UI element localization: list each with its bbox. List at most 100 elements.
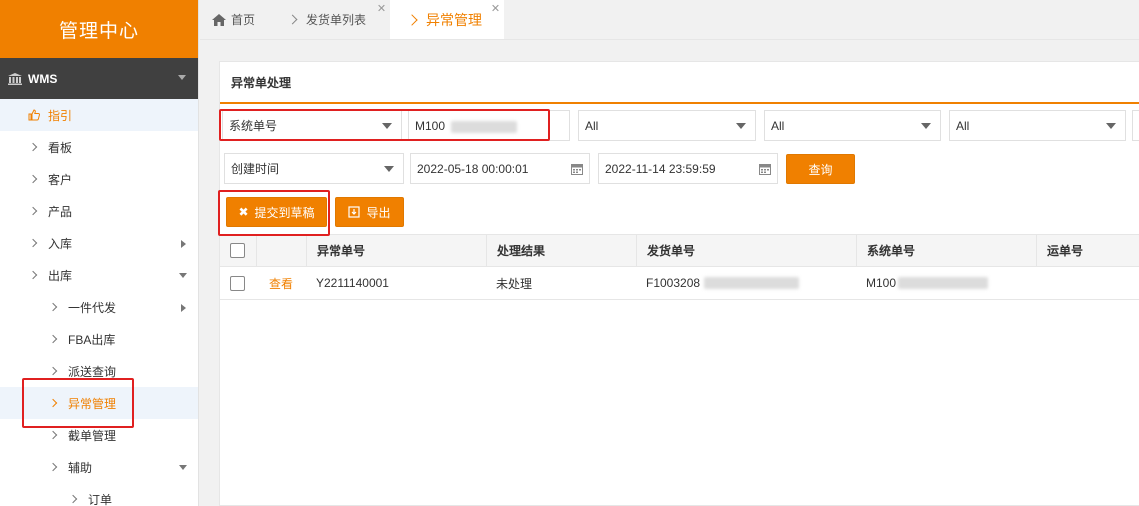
time-type-select[interactable]: 创建时间 (224, 153, 404, 184)
sidebar-item-dashboard[interactable]: 看板 (0, 131, 198, 163)
calendar-icon (571, 164, 583, 175)
panel-title: 异常单处理 (220, 62, 1139, 104)
select-value: All (771, 118, 785, 133)
export-icon (348, 206, 361, 218)
chevron-right-icon (28, 206, 38, 216)
ship-no-value: F1003208 (646, 276, 701, 290)
sidebar-item-label: 出库 (48, 268, 73, 283)
chevron-right-icon (287, 14, 298, 25)
filter-select-a[interactable]: All (578, 110, 756, 141)
caret-down-icon (179, 465, 187, 470)
action-header (256, 235, 306, 266)
sidebar-item-label: 截单管理 (68, 428, 117, 443)
column-header: 系统单号 (856, 235, 1036, 266)
ship-no-cell: F1003208 (636, 267, 856, 299)
tab-shipment-list[interactable]: 发货单列表 ✕ (269, 0, 390, 39)
tab-exception-management[interactable]: 异常管理 ✕ (390, 0, 505, 39)
column-header: 运单号 (1036, 235, 1139, 266)
query-button[interactable]: 查询 (786, 154, 855, 184)
brand-title: 管理中心 (0, 0, 198, 58)
caret-down-icon (736, 123, 746, 129)
sidebar-item-inbound[interactable]: 入库 (0, 227, 198, 259)
chevron-right-icon (48, 462, 58, 472)
redacted-mask (898, 277, 988, 289)
sidebar-section-label: WMS (28, 71, 58, 86)
sidebar-item-label: 客户 (48, 172, 73, 187)
highlight-box-sidebar (22, 378, 134, 428)
caret-down-icon (384, 166, 394, 172)
redacted-mask (704, 277, 799, 289)
caret-down-icon (179, 273, 187, 278)
filter-select-c[interactable]: All (949, 110, 1126, 141)
chevron-right-icon (406, 13, 418, 26)
sidebar-nav: 指引 看板 客户 产品 入库 出库 一件代发 FBA出库 派送查询 异常管理 截… (0, 99, 198, 506)
select-value: All (585, 118, 599, 133)
end-time-input[interactable]: 2022-11-14 23:59:59 (598, 153, 778, 184)
view-link[interactable]: 查看 (269, 275, 293, 292)
sidebar-item-dropship[interactable]: 一件代发 (0, 291, 198, 323)
waybill-cell (1036, 267, 1139, 299)
sidebar-item-label: 一件代发 (68, 300, 117, 315)
start-time-input[interactable]: 2022-05-18 00:00:01 (410, 153, 590, 184)
sidebar-item-label: 指引 (48, 108, 73, 123)
sidebar-item-outbound[interactable]: 出库 (0, 259, 198, 291)
close-icon[interactable]: ✕ (491, 2, 500, 15)
tab-label: 发货单列表 (306, 13, 367, 27)
thumbs-up-icon (28, 109, 40, 121)
sidebar-item-label: FBA出库 (68, 332, 116, 347)
input-value: 2022-11-14 23:59:59 (605, 161, 716, 176)
sidebar-item-guide[interactable]: 指引 (0, 99, 198, 131)
bank-icon (8, 72, 22, 85)
system-no-value: M100 (866, 276, 897, 290)
row-select-cell (220, 267, 256, 299)
chevron-right-icon (48, 430, 58, 440)
chevron-right-icon (28, 238, 38, 248)
filter-select-d[interactable] (1132, 110, 1139, 141)
caret-right-icon (181, 304, 186, 312)
caret-down-icon (1106, 123, 1116, 129)
tab-label: 异常管理 (426, 11, 483, 28)
caret-right-icon (181, 240, 186, 248)
input-value: 2022-05-18 00:00:01 (417, 161, 529, 176)
tab-home[interactable]: 首页 (200, 0, 269, 39)
select-all-cell (220, 235, 256, 266)
chevron-down-icon (178, 75, 186, 80)
sidebar-item-label: 产品 (48, 204, 73, 219)
button-label: 查询 (808, 162, 833, 177)
calendar-icon (759, 164, 771, 175)
result-cell: 未处理 (496, 276, 533, 291)
export-button[interactable]: 导出 (335, 197, 404, 227)
caret-down-icon (921, 123, 931, 129)
sidebar-item-customers[interactable]: 客户 (0, 163, 198, 195)
close-icon[interactable]: ✕ (377, 2, 386, 15)
sidebar: 管理中心 WMS 指引 看板 客户 产品 入库 出库 一件代发 FBA出库 派送… (0, 0, 199, 506)
highlight-box-submit (218, 190, 330, 236)
home-icon (212, 13, 226, 26)
sidebar-item-label: 订单 (88, 492, 113, 506)
chevron-right-icon (48, 302, 58, 312)
chevron-right-icon (28, 142, 38, 152)
table-row: 查看 Y2211140001 未处理 F1003208 M100 (220, 267, 1139, 300)
tab-bar: 首页 发货单列表 ✕ 异常管理 ✕ (200, 0, 1139, 40)
chevron-right-icon (28, 270, 38, 280)
sidebar-item-products[interactable]: 产品 (0, 195, 198, 227)
select-value: 创建时间 (231, 162, 280, 176)
table-header: 异常单号 处理结果 发货单号 系统单号 运单号 (220, 234, 1139, 267)
select-value: All (956, 118, 970, 133)
sidebar-item-fba-outbound[interactable]: FBA出库 (0, 323, 198, 355)
sidebar-item-auxiliary[interactable]: 辅助 (0, 451, 198, 483)
exception-no-cell: Y2211140001 (316, 276, 389, 290)
row-action-cell: 查看 (256, 267, 306, 299)
tab-label: 首页 (231, 13, 256, 27)
select-all-checkbox[interactable] (230, 243, 245, 258)
sidebar-item-label: 派送查询 (68, 364, 117, 379)
row-checkbox[interactable] (230, 275, 245, 291)
chevron-right-icon (28, 174, 38, 184)
filter-select-b[interactable]: All (764, 110, 941, 141)
highlight-box-filter (219, 109, 550, 141)
column-header: 异常单号 (306, 235, 486, 266)
sidebar-item-orders[interactable]: 订单 (0, 483, 198, 506)
button-label: 导出 (366, 205, 391, 220)
chevron-right-icon (68, 494, 78, 504)
sidebar-section-wms[interactable]: WMS (0, 58, 198, 99)
